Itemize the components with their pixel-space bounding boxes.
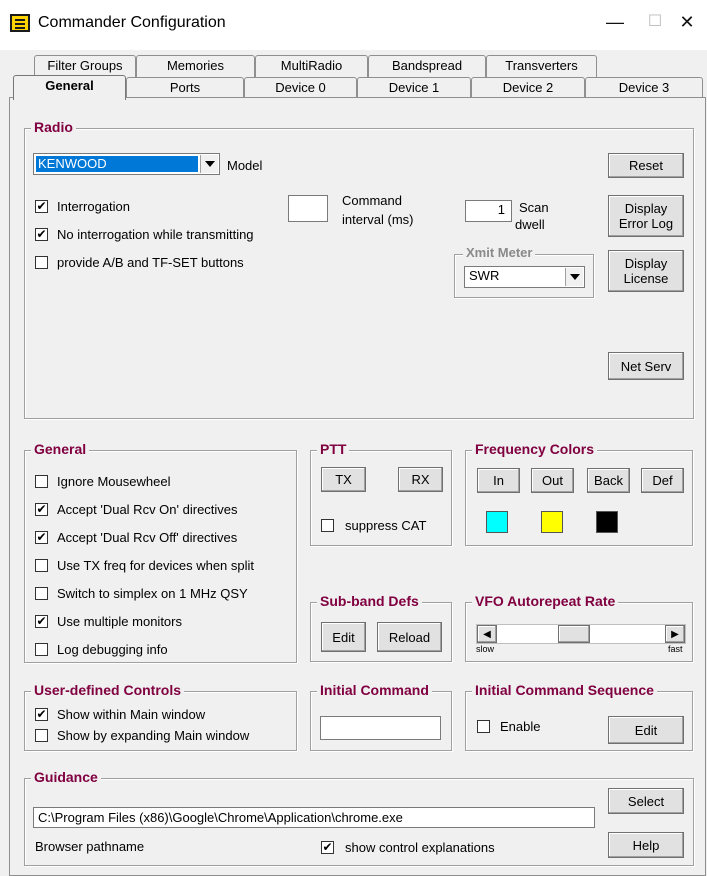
dual-rcv-off-label: Accept 'Dual Rcv Off' directives [57,530,238,545]
suppress-cat-checkbox[interactable] [321,519,334,532]
simplex-qsy-label: Switch to simplex on 1 MHz QSY [57,586,248,601]
initial-command-title: Initial Command [317,682,432,698]
select-button[interactable]: Select [608,788,684,814]
dual-rcv-on-label: Accept 'Dual Rcv On' directives [57,502,238,517]
initial-sequence-enable-label: Enable [500,719,541,734]
multiple-monitors-checkbox[interactable]: ✔ [35,615,48,628]
chevron-down-icon[interactable] [565,268,583,286]
color-back-button[interactable]: Back [587,468,630,493]
xmit-meter-value: SWR [469,268,500,283]
display-error-log-button[interactable]: Display Error Log [608,195,684,237]
user-controls-title: User-defined Controls [31,682,185,698]
command-interval-input[interactable] [288,195,328,222]
xmit-meter-select[interactable]: SWR [464,266,585,288]
dual-rcv-off-checkbox[interactable]: ✔ [35,531,48,544]
no-interrogation-tx-label: No interrogation while transmitting [57,227,254,242]
ignore-mousewheel-checkbox[interactable] [35,475,48,488]
tab-device-1[interactable]: Device 1 [357,77,471,99]
browser-pathname-label: Browser pathname [35,839,145,854]
browser-path-input[interactable]: C:\Program Files (x86)\Google\Chrome\App… [33,807,595,828]
ab-buttons-checkbox[interactable] [35,256,48,269]
title-bar: Commander Configuration — ☐ ✕ [0,0,707,50]
window-title: Commander Configuration [38,14,226,31]
tab-bandspread[interactable]: Bandspread [368,55,486,77]
model-select[interactable]: KENWOOD [33,153,220,175]
ptt-group-title: PTT [317,441,350,457]
tab-multiradio[interactable]: MultiRadio [255,55,368,77]
app-icon [10,14,30,32]
vfo-autorepeat-title: VFO Autorepeat Rate [472,593,619,609]
tx-freq-split-label: Use TX freq for devices when split [57,558,255,573]
color-swatch-out [541,511,563,533]
ab-buttons-label: provide A/B and TF-SET buttons [57,255,244,270]
simplex-qsy-checkbox[interactable] [35,587,48,600]
tab-filter-groups[interactable]: Filter Groups [34,55,136,77]
tab-general[interactable]: General [13,75,126,100]
dual-rcv-on-checkbox[interactable]: ✔ [35,503,48,516]
suppress-cat-label: suppress CAT [345,518,427,533]
vfo-fast-label: fast [668,644,683,654]
help-button[interactable]: Help [608,832,684,858]
scan-dwell-label-1: Scan [519,200,549,215]
model-select-value: KENWOOD [36,156,198,172]
color-in-button[interactable]: In [477,468,520,493]
frequency-colors-title: Frequency Colors [472,441,598,457]
close-button[interactable]: ✕ [672,8,702,36]
tab-ports[interactable]: Ports [126,77,244,99]
display-license-button[interactable]: Display License [608,250,684,292]
xmit-meter-title: Xmit Meter [463,245,536,260]
radio-group-title: Radio [31,119,76,135]
log-debugging-label: Log debugging info [57,642,168,657]
initial-command-input[interactable] [320,716,441,740]
vfo-rate-slider[interactable]: ◀ ▶ [476,624,686,644]
tab-device-2[interactable]: Device 2 [471,77,585,99]
color-out-button[interactable]: Out [531,468,574,493]
no-interrogation-tx-checkbox[interactable]: ✔ [35,228,48,241]
subband-edit-button[interactable]: Edit [321,622,366,652]
chevron-down-icon[interactable] [200,155,218,173]
show-explanations-checkbox[interactable]: ✔ [321,841,334,854]
show-explanations-label: show control explanations [345,840,495,855]
reset-button[interactable]: Reset [608,153,684,178]
model-label: Model [227,158,263,173]
general-group-title: General [31,441,90,457]
tab-device-3[interactable]: Device 3 [585,77,703,99]
vfo-slow-label: slow [476,644,495,654]
net-serv-button[interactable]: Net Serv [608,352,684,380]
minimize-button[interactable]: — [600,8,630,36]
color-swatch-back [596,511,618,533]
vfo-rate-thumb[interactable] [558,625,590,643]
tab-device-0[interactable]: Device 0 [244,77,357,99]
initial-sequence-edit-button[interactable]: Edit [608,716,684,744]
tab-memories[interactable]: Memories [136,55,255,77]
show-within-label: Show within Main window [57,707,206,722]
multiple-monitors-label: Use multiple monitors [57,614,182,629]
scroll-left-icon[interactable]: ◀ [477,625,497,643]
ignore-mousewheel-label: Ignore Mousewheel [57,474,171,489]
log-debugging-checkbox[interactable] [35,643,48,656]
show-within-checkbox[interactable]: ✔ [35,708,48,721]
show-expanding-checkbox[interactable] [35,729,48,742]
subband-defs-title: Sub-band Defs [317,593,422,609]
guidance-title: Guidance [31,769,101,785]
color-swatch-in [486,511,508,533]
command-interval-label-1: Command [342,193,402,208]
tab-transverters[interactable]: Transverters [486,55,597,77]
command-interval-label-2: interval (ms) [342,212,414,227]
initial-sequence-title: Initial Command Sequence [472,682,657,698]
initial-sequence-enable-checkbox[interactable] [477,720,490,733]
rx-button[interactable]: RX [398,467,443,492]
scroll-right-icon[interactable]: ▶ [665,625,685,643]
maximize-button[interactable]: ☐ [640,8,670,36]
tx-freq-split-checkbox[interactable] [35,559,48,572]
color-def-button[interactable]: Def [641,468,684,493]
interrogation-label: Interrogation [57,199,130,214]
subband-reload-button[interactable]: Reload [377,622,442,652]
tx-button[interactable]: TX [321,467,366,492]
interrogation-checkbox[interactable]: ✔ [35,200,48,213]
show-expanding-label: Show by expanding Main window [57,728,250,743]
scan-dwell-label-2: dwell [515,217,545,232]
scan-dwell-input[interactable]: 1 [465,200,512,222]
